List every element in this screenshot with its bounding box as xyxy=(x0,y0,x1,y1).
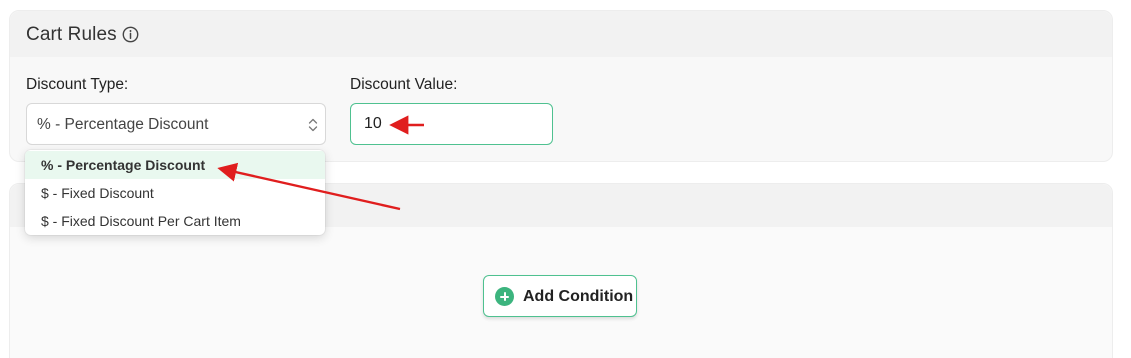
option-fixed-discount-per-item[interactable]: $ - Fixed Discount Per Cart Item xyxy=(25,207,325,235)
discount-type-select[interactable]: % - Percentage Discount xyxy=(26,103,326,145)
cart-rules-header: Cart Rules xyxy=(10,11,1112,57)
cart-rules-card: Cart Rules Discount Type: Discount Value… xyxy=(9,10,1113,162)
plus-circle-icon xyxy=(495,287,514,306)
info-icon[interactable] xyxy=(122,26,139,43)
discount-value-input[interactable] xyxy=(350,103,553,145)
discount-value-label: Discount Value: xyxy=(350,76,458,93)
chevron-up-down-icon xyxy=(308,118,318,132)
add-condition-label: Add Condition xyxy=(523,288,634,305)
page: Cart Rules Discount Type: Discount Value… xyxy=(0,0,1131,358)
discount-type-selected-value: % - Percentage Discount xyxy=(37,116,209,133)
option-percentage-discount[interactable]: % - Percentage Discount xyxy=(25,151,325,179)
card-title: Cart Rules xyxy=(26,24,117,45)
discount-type-label: Discount Type: xyxy=(26,76,129,93)
discount-type-dropdown: % - Percentage Discount $ - Fixed Discou… xyxy=(25,150,325,235)
add-condition-button[interactable]: Add Condition xyxy=(483,275,637,317)
option-fixed-discount[interactable]: $ - Fixed Discount xyxy=(25,179,325,207)
